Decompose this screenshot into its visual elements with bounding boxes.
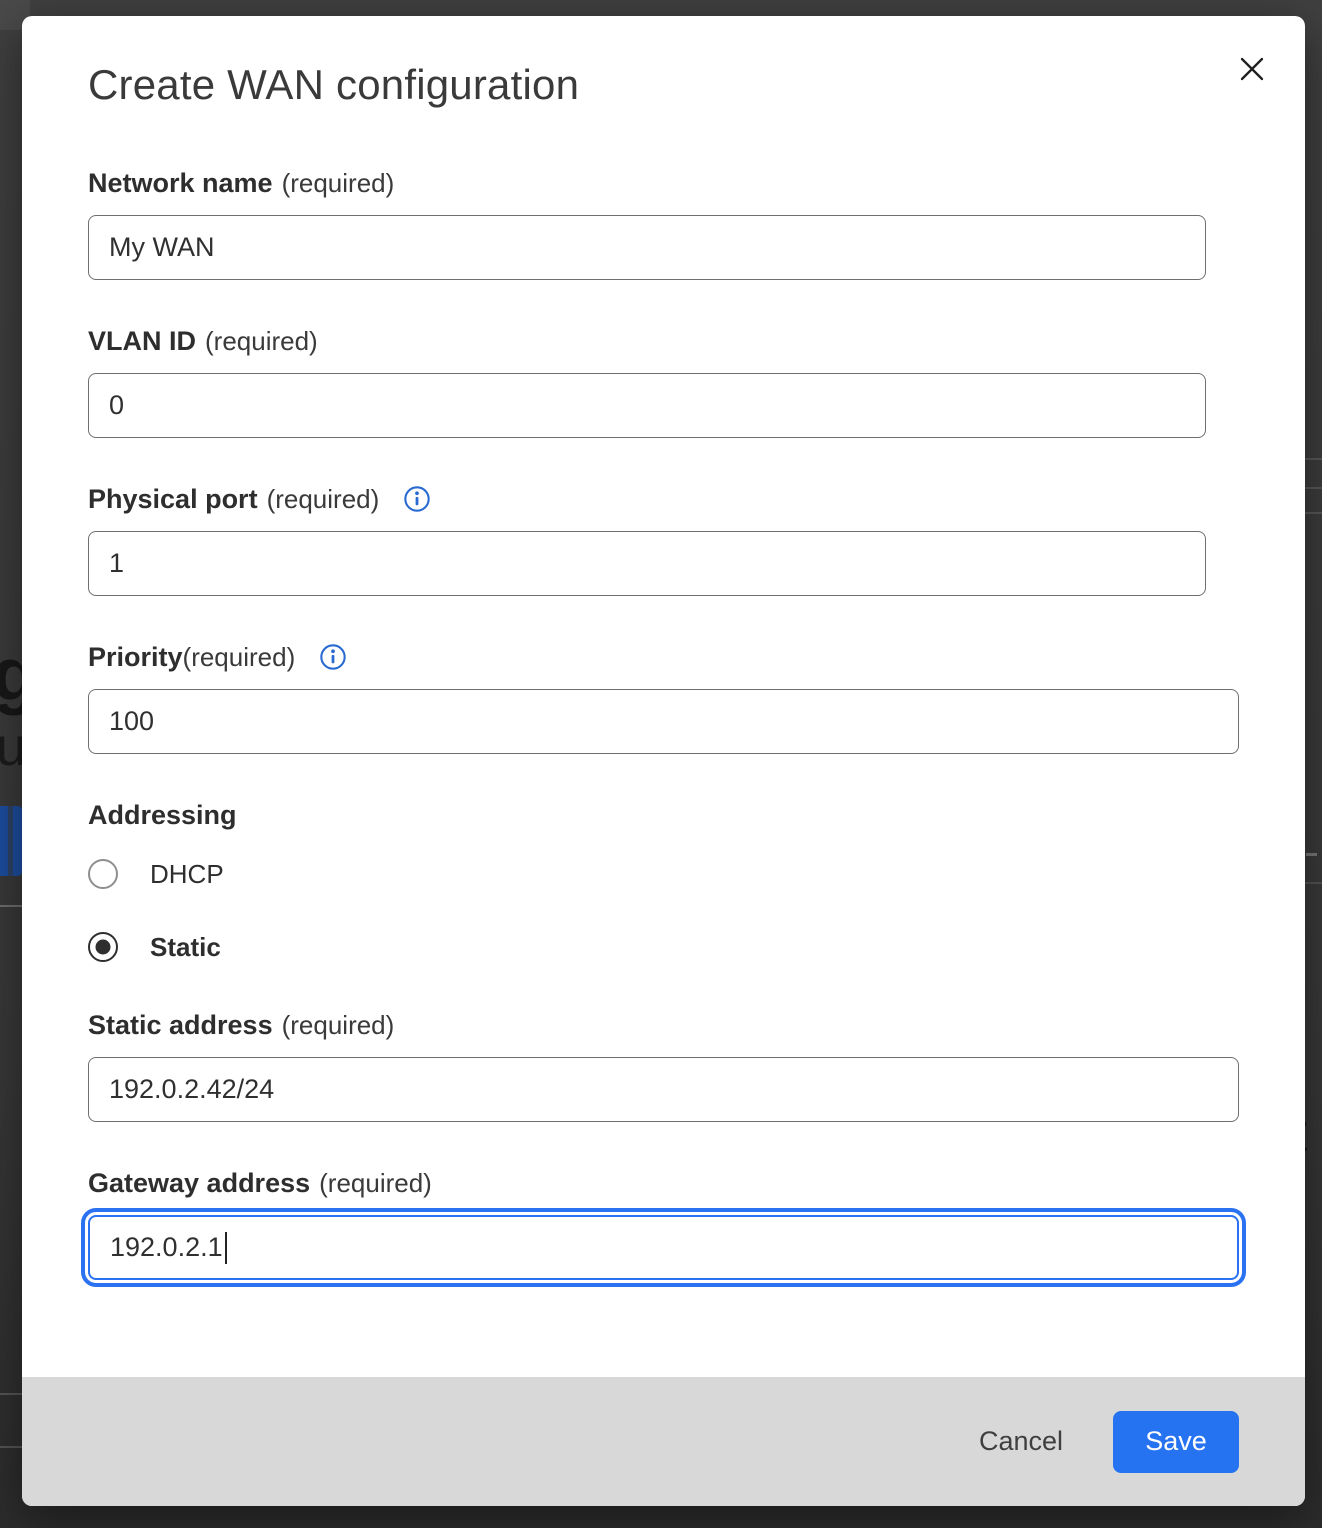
input-value: 1 bbox=[109, 548, 124, 579]
radio-option-dhcp[interactable]: DHCP bbox=[88, 856, 1239, 892]
required-marker: (required) bbox=[282, 166, 395, 200]
field-gateway-address: Gateway address (required) 192.0.2.1 bbox=[88, 1166, 1239, 1280]
screen: g u t l t Create WAN configuration Netwo… bbox=[0, 0, 1322, 1528]
priority-label: Priority (required) bbox=[88, 640, 1239, 674]
vlan-id-label: VLAN ID (required) bbox=[88, 324, 1239, 358]
cancel-button[interactable]: Cancel bbox=[965, 1416, 1077, 1467]
required-marker: (required) bbox=[282, 1008, 395, 1042]
required-marker: (required) bbox=[267, 482, 380, 516]
network-name-input[interactable]: My WAN bbox=[88, 215, 1206, 280]
save-button[interactable]: Save bbox=[1113, 1411, 1239, 1473]
dialog-body: Create WAN configuration Network name (r… bbox=[22, 16, 1305, 1280]
field-label-text: Gateway address bbox=[88, 1166, 310, 1200]
static-address-label: Static address (required) bbox=[88, 1008, 1239, 1042]
input-value: 0 bbox=[109, 390, 124, 421]
field-vlan-id: VLAN ID (required) 0 bbox=[88, 324, 1239, 438]
info-icon[interactable] bbox=[319, 643, 347, 671]
input-value: 192.0.2.42/24 bbox=[109, 1074, 274, 1105]
dialog-title: Create WAN configuration bbox=[88, 60, 1239, 110]
radio-option-static[interactable]: Static bbox=[88, 929, 1239, 965]
create-wan-configuration-dialog: Create WAN configuration Network name (r… bbox=[22, 16, 1305, 1506]
field-priority: Priority (required) 100 bbox=[88, 640, 1239, 754]
input-value: 192.0.2.1 bbox=[110, 1232, 223, 1263]
field-label-text: Physical port bbox=[88, 482, 258, 516]
background-divider bbox=[1306, 853, 1317, 856]
background-divider bbox=[1303, 458, 1322, 460]
radio-label: DHCP bbox=[150, 859, 224, 890]
background-divider bbox=[0, 1393, 22, 1395]
static-address-input[interactable]: 192.0.2.42/24 bbox=[88, 1057, 1239, 1122]
priority-input[interactable]: 100 bbox=[88, 689, 1239, 754]
radio-selected-icon[interactable] bbox=[88, 932, 118, 962]
input-value: 100 bbox=[109, 706, 154, 737]
field-network-name: Network name (required) My WAN bbox=[88, 166, 1239, 280]
gateway-address-label: Gateway address (required) bbox=[88, 1166, 1239, 1200]
field-label-text: VLAN ID bbox=[88, 324, 196, 358]
field-label-text: Static address bbox=[88, 1008, 273, 1042]
background-divider bbox=[0, 1446, 22, 1448]
background-artifact bbox=[8, 806, 13, 876]
field-label-text: Priority bbox=[88, 640, 183, 674]
text-caret bbox=[225, 1232, 227, 1264]
addressing-heading: Addressing bbox=[88, 798, 1239, 832]
dialog-footer: Cancel Save bbox=[22, 1377, 1305, 1506]
vlan-id-input[interactable]: 0 bbox=[88, 373, 1206, 438]
field-physical-port: Physical port (required) 1 bbox=[88, 482, 1239, 596]
background-divider bbox=[1303, 512, 1322, 514]
radio-label: Static bbox=[150, 932, 221, 963]
required-marker: (required) bbox=[183, 640, 296, 674]
background-divider bbox=[1303, 882, 1322, 884]
gateway-address-input[interactable]: 192.0.2.1 bbox=[88, 1215, 1239, 1280]
physical-port-input[interactable]: 1 bbox=[88, 531, 1206, 596]
background-divider bbox=[1303, 487, 1322, 489]
radio-unselected-icon[interactable] bbox=[88, 859, 118, 889]
info-icon[interactable] bbox=[403, 485, 431, 513]
field-label-text: Network name bbox=[88, 166, 273, 200]
physical-port-label: Physical port (required) bbox=[88, 482, 1239, 516]
required-marker: (required) bbox=[205, 324, 318, 358]
field-static-address: Static address (required) 192.0.2.42/24 bbox=[88, 1008, 1239, 1122]
background-divider bbox=[0, 905, 22, 907]
required-marker: (required) bbox=[319, 1166, 432, 1200]
network-name-label: Network name (required) bbox=[88, 166, 1239, 200]
input-value: My WAN bbox=[109, 232, 214, 263]
addressing-section: Addressing DHCP Static bbox=[88, 798, 1239, 965]
